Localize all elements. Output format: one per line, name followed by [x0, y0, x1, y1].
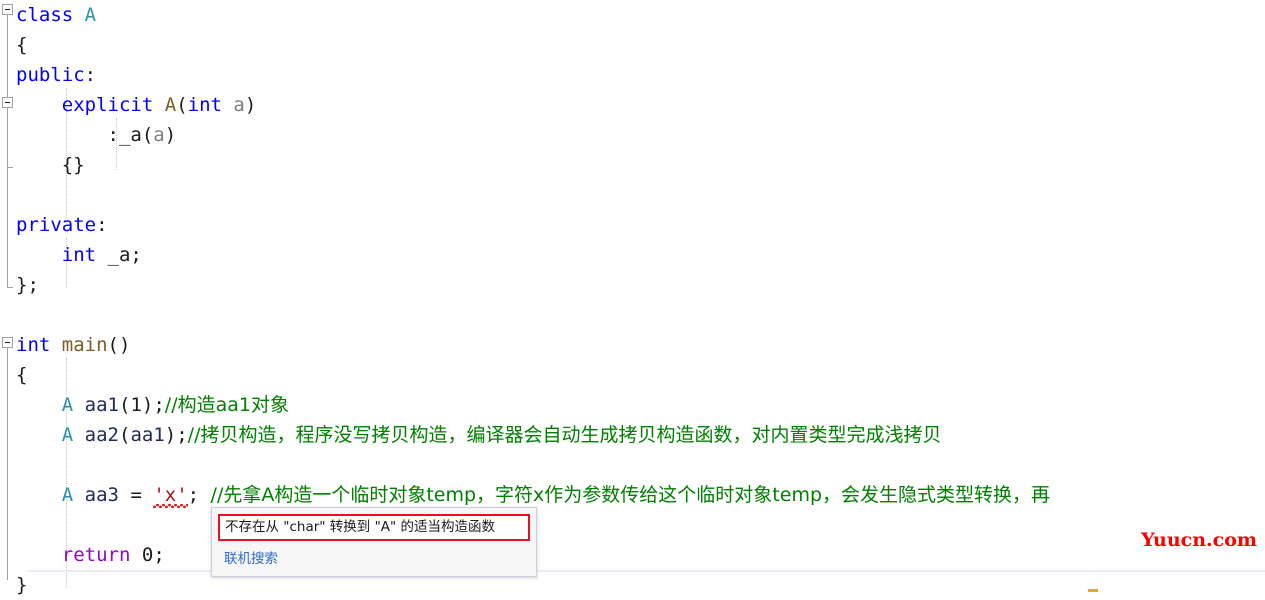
code-token: private [16, 214, 97, 236]
code-token: A [164, 94, 177, 116]
code-token: main [61, 334, 108, 356]
code-token: ) [164, 124, 177, 146]
code-line[interactable]: return 0; [16, 540, 1265, 570]
code-token: a [233, 94, 245, 116]
fold-bracket-foot-ctor [7, 167, 13, 168]
code-token: //构造aa1对象 [164, 394, 289, 416]
code-line[interactable] [16, 300, 1265, 330]
code-line[interactable]: int main() [16, 330, 1265, 360]
code-token: ); [164, 424, 188, 446]
code-token: aa3 [84, 484, 119, 506]
code-token: explicit [61, 94, 154, 116]
code-line[interactable]: A aa3 = 'x'; //先拿A构造一个临时对象temp，字符x作为参数传给… [16, 480, 1265, 510]
code-text[interactable]: class A{public: explicit A(int a) :_a(a)… [16, 0, 1265, 596]
code-line[interactable]: A aa1(1);//构造aa1对象 [16, 390, 1265, 420]
code-token: ( [119, 424, 131, 446]
error-message-text: 不存在从 "char" 转换到 "A" 的适当构造函数 [225, 519, 496, 535]
fold-toggle-class-a[interactable] [2, 4, 13, 15]
code-token: 'x' [153, 484, 188, 506]
code-line[interactable]: { [16, 360, 1265, 390]
code-line[interactable]: {} [16, 150, 1265, 180]
fold-toggle-main[interactable] [2, 337, 13, 348]
code-token: A [61, 424, 74, 446]
site-watermark: Yuucn.com [1141, 529, 1257, 551]
code-line[interactable] [16, 180, 1265, 210]
code-token: return [61, 544, 131, 566]
code-token: //拷贝构造，程序没写拷贝构造，编译器会自动生成拷贝构造函数，对内置类型完成浅拷… [187, 424, 942, 446]
code-token: aa2 [84, 424, 119, 446]
code-token: () [107, 334, 131, 356]
code-token: //先拿A构造一个临时对象temp，字符x作为参数传给这个临时对象temp，会发… [210, 484, 1051, 506]
fold-bracket-main [7, 348, 8, 580]
code-token: } [16, 574, 28, 596]
change-marker [1088, 589, 1098, 592]
code-token: A [61, 484, 74, 506]
code-token: 0 [141, 544, 154, 566]
code-token: 1 [130, 394, 142, 416]
code-line[interactable]: }; [16, 270, 1265, 300]
fold-bracket-foot-class-a [7, 287, 13, 288]
code-token: int [16, 334, 51, 356]
code-token: ; [187, 484, 211, 506]
code-token: aa1 [84, 394, 119, 416]
code-token: ( [119, 394, 131, 416]
code-token: {} [16, 154, 85, 176]
code-line[interactable]: public: [16, 60, 1265, 90]
code-token: ); [141, 394, 165, 416]
outlining-gutter[interactable] [0, 0, 16, 596]
code-line[interactable]: explicit A(int a) [16, 90, 1265, 120]
code-token: _a; [96, 244, 142, 266]
code-line[interactable]: :_a(a) [16, 120, 1265, 150]
code-token: :_a( [16, 124, 154, 146]
code-token: }; [16, 274, 39, 296]
code-token: { [16, 364, 28, 386]
code-line[interactable]: A aa2(aa1);//拷贝构造，程序没写拷贝构造，编译器会自动生成拷贝构造函… [16, 420, 1265, 450]
code-token: int [187, 94, 222, 116]
code-line[interactable]: class A [16, 0, 1265, 30]
code-line[interactable]: { [16, 30, 1265, 60]
code-token: = [119, 484, 154, 506]
code-token: class [16, 4, 74, 26]
error-message-box: 不存在从 "char" 转换到 "A" 的适当构造函数 [218, 514, 530, 541]
code-token: public [16, 64, 85, 86]
code-token: aa1 [130, 424, 165, 446]
code-token: ; [153, 544, 165, 566]
code-token: : [96, 214, 108, 236]
fold-toggle-ctor[interactable] [2, 97, 13, 108]
code-token: ) [244, 94, 257, 116]
error-tooltip[interactable]: 不存在从 "char" 转换到 "A" 的适当构造函数 联机搜索 [211, 507, 537, 577]
fold-bracket-ctor [7, 108, 8, 167]
code-token: ( [176, 94, 188, 116]
code-token: { [16, 34, 28, 56]
code-token: : [84, 64, 97, 86]
code-line[interactable]: int _a; [16, 240, 1265, 270]
code-token: A [61, 394, 74, 416]
code-token: A [84, 4, 97, 26]
code-line[interactable] [16, 450, 1265, 480]
code-line[interactable] [16, 510, 1265, 540]
code-editor[interactable]: class A{public: explicit A(int a) :_a(a)… [0, 0, 1265, 596]
code-token: a [153, 124, 165, 146]
code-token: int [61, 244, 97, 266]
online-search-link[interactable]: 联机搜索 [224, 550, 536, 568]
code-line[interactable]: private: [16, 210, 1265, 240]
